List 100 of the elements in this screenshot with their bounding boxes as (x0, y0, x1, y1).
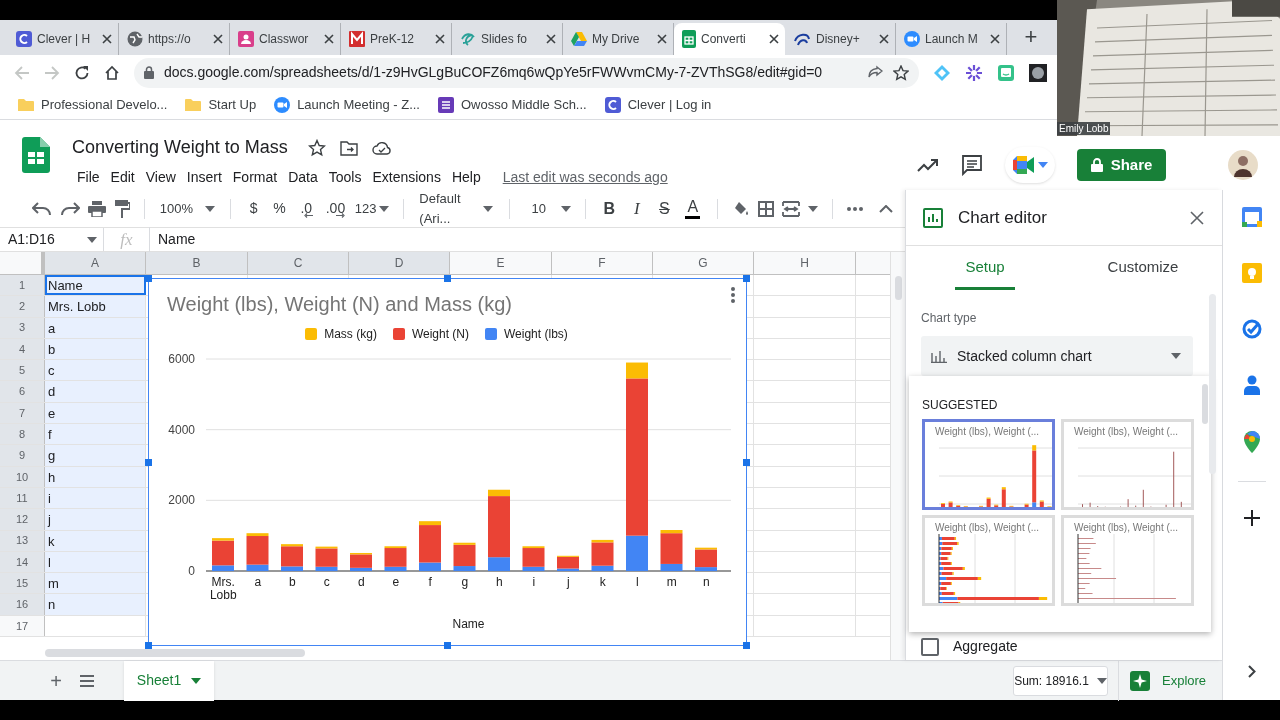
row-header[interactable]: 11 (0, 487, 45, 509)
star-icon[interactable] (307, 138, 326, 157)
more-icon[interactable] (847, 206, 863, 211)
resize-handle[interactable] (145, 642, 152, 649)
row-header[interactable]: 9 (0, 445, 45, 466)
more-formats-button[interactable]: 123 (354, 195, 389, 222)
text-color-button[interactable]: A (682, 195, 704, 222)
bookmark[interactable]: Owosso Middle Sch... (438, 94, 587, 115)
menu-item[interactable]: Tools (323, 165, 367, 190)
new-tab-button[interactable]: + (1019, 25, 1043, 49)
editor-tab[interactable]: Customize (1064, 246, 1222, 292)
row-header[interactable]: 12 (0, 509, 45, 530)
bookmark[interactable]: Start Up (185, 94, 257, 115)
chart-suggestion[interactable]: Weight (lbs), Weight (... (922, 515, 1055, 606)
menu-item[interactable]: Data (283, 165, 323, 190)
chart-suggestion[interactable]: Weight (lbs), Weight (... (1061, 419, 1194, 510)
row-header[interactable]: 7 (0, 402, 45, 424)
burst-icon[interactable] (965, 63, 983, 82)
check-circle-icon[interactable] (1241, 319, 1262, 339)
decrease-decimals-button[interactable]: .0 (296, 195, 317, 222)
resize-handle[interactable] (444, 642, 451, 649)
checkbox[interactable] (921, 637, 939, 656)
home-icon[interactable] (104, 64, 120, 81)
formula-input[interactable]: Name (150, 228, 905, 251)
close-icon[interactable] (1190, 210, 1204, 225)
row-header[interactable]: 1 (0, 275, 45, 296)
strikethrough-button[interactable]: S (654, 195, 675, 222)
sheet-tab[interactable]: Sheet1 (124, 660, 214, 701)
chart-type-dropdown[interactable]: Stacked column chart (921, 336, 1193, 376)
fill-color-icon[interactable] (732, 200, 751, 217)
merge-cells-icon[interactable] (782, 200, 801, 217)
percent-button[interactable]: % (270, 195, 289, 222)
column-header[interactable]: C (248, 252, 349, 274)
cloud-icon[interactable] (371, 139, 392, 156)
bold-button[interactable]: B (599, 195, 620, 222)
chart-suggestion[interactable]: Weight (lbs), Weight (... (922, 419, 1055, 510)
scrollbar-thumb[interactable] (895, 276, 902, 300)
resize-handle[interactable] (743, 642, 750, 649)
scrollbar-thumb[interactable] (1209, 294, 1216, 474)
close-tab-icon[interactable] (324, 34, 334, 44)
menu-item[interactable]: Extensions (367, 165, 446, 190)
italic-button[interactable]: I (627, 195, 647, 222)
increase-decimals-button[interactable]: .00 (324, 195, 347, 222)
close-tab-icon[interactable] (102, 34, 112, 44)
row-header[interactable]: 5 (0, 360, 45, 381)
address-bar[interactable]: docs.google.com/spreadsheets/d/1-z9HvGLgBuCOFZ6mq6wQpYe5rFWWvmCMy-7-ZVThSG8/edit#gid=0 (134, 57, 919, 88)
resize-handle[interactable] (444, 275, 451, 282)
document-title[interactable]: Converting Weight to Mass (72, 134, 288, 161)
undo-icon[interactable] (32, 201, 52, 216)
row-header[interactable]: 17 (0, 615, 45, 637)
last-edit-link[interactable]: Last edit was seconds ago (502, 167, 668, 188)
sheet-list-icon[interactable] (80, 674, 94, 687)
menu-item[interactable]: Format (227, 165, 283, 190)
row-header[interactable]: 8 (0, 424, 45, 445)
close-tab-icon[interactable] (657, 34, 667, 44)
borders-icon[interactable] (758, 200, 775, 217)
folder-icon[interactable] (339, 139, 358, 156)
resize-handle[interactable] (145, 275, 152, 282)
column-header[interactable]: D (349, 252, 450, 274)
row-header[interactable]: 6 (0, 381, 45, 402)
row-header[interactable]: 16 (0, 594, 45, 615)
sum-dropdown[interactable]: Sum: 18916.1 (1013, 665, 1108, 696)
comment-icon[interactable] (961, 154, 983, 176)
bookmark[interactable]: Launch Meeting - Z... (274, 94, 420, 115)
bookmark[interactable]: Clever | Log in (604, 94, 712, 115)
close-tab-icon[interactable] (990, 34, 1000, 44)
paint-roller-icon[interactable] (114, 199, 130, 218)
star-icon[interactable] (893, 64, 909, 81)
chart-suggestion[interactable]: Weight (lbs), Weight (... (1061, 515, 1194, 606)
name-box[interactable]: A1:D16 (0, 228, 104, 251)
chevron-right-icon[interactable] (1247, 665, 1256, 678)
circle-icon[interactable] (1029, 63, 1047, 82)
resize-handle[interactable] (145, 459, 152, 466)
editor-tab[interactable]: Setup (906, 246, 1064, 292)
menu-item[interactable]: View (140, 165, 181, 190)
plus-icon[interactable] (1243, 510, 1260, 526)
menu-item[interactable]: Insert (181, 165, 227, 190)
row-header[interactable]: 13 (0, 530, 45, 551)
person-icon[interactable] (1243, 375, 1260, 395)
scrollbar-thumb[interactable] (1202, 384, 1208, 424)
share-button[interactable]: Share (1077, 149, 1166, 181)
bookmark[interactable]: Professional Develo... (18, 94, 168, 115)
row-header[interactable]: 4 (0, 338, 45, 360)
reload-icon[interactable] (74, 64, 90, 81)
scrollbar-thumb[interactable] (45, 649, 305, 657)
font-size-dropdown[interactable]: 10 (523, 195, 571, 222)
row-header[interactable]: 14 (0, 551, 45, 573)
explore-button[interactable]: Explore (1120, 660, 1210, 701)
trend-icon[interactable] (917, 158, 939, 172)
close-tab-icon[interactable] (546, 34, 556, 44)
row-header[interactable]: 2 (0, 296, 45, 317)
calendar-icon[interactable] (1241, 207, 1262, 227)
meet-button[interactable] (1005, 147, 1055, 183)
currency-button[interactable]: $ (244, 195, 263, 222)
close-tab-icon[interactable] (435, 34, 445, 44)
menu-item[interactable]: Help (446, 165, 486, 190)
map-pin-icon[interactable] (1243, 431, 1260, 453)
avatar-icon[interactable] (1228, 150, 1258, 180)
row-header[interactable]: 10 (0, 466, 45, 487)
zoom-dropdown[interactable]: 100% (158, 195, 216, 222)
